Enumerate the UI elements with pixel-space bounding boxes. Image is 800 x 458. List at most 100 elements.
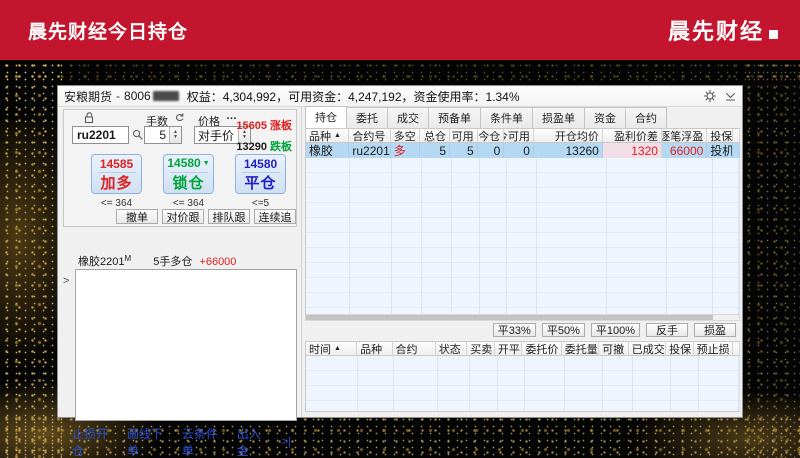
col-today[interactable]: 今仓 (477, 129, 505, 143)
chase-button[interactable]: 连续追 (254, 209, 296, 224)
summary-contract: 橡胶2201 (78, 256, 125, 268)
col-profit-spread[interactable]: 盈利价差 (602, 129, 662, 143)
repeat-icon[interactable] (174, 112, 185, 126)
lock-position-button[interactable]: 14580 ▼ 锁仓 (163, 154, 214, 194)
positions-header: 品种▲ 合约号 多空 总仓 可用 今仓 今可用 开仓均价 盈利价差 逐笔浮盈 投… (305, 128, 740, 143)
chart-area[interactable] (75, 269, 297, 421)
scrollbar-thumb[interactable] (306, 315, 714, 320)
search-icon[interactable] (132, 129, 144, 144)
summary-position: 5手多仓 (153, 256, 193, 268)
account-masked (152, 91, 179, 101)
expand-arrow-icon[interactable]: >| (282, 436, 291, 448)
tab-contracts[interactable]: 合约 (625, 107, 667, 128)
summary-pnl: +66000 (199, 256, 237, 268)
col-total[interactable]: 总仓 (420, 129, 450, 143)
close-100-button[interactable]: 平100% (590, 323, 640, 337)
brand-text: 晨先财经 (667, 19, 764, 44)
col-variety[interactable]: 品种 ▲ (306, 129, 350, 143)
contract-input[interactable]: ru2201 (72, 126, 129, 144)
col-today-available[interactable]: 今可用 (504, 129, 534, 143)
col-filler (733, 342, 740, 356)
cell-floating-pnl: 66000 (662, 143, 708, 158)
col-status[interactable]: 状态 (435, 342, 468, 356)
col-order-qty[interactable]: 委托量 (561, 342, 600, 356)
stop-open-link[interactable]: 止损开仓 (72, 425, 112, 458)
queue-follow-button[interactable]: 排队跟 (208, 209, 250, 224)
cancel-order-button[interactable]: 撤单 (116, 209, 158, 224)
cell-filler (733, 143, 740, 158)
tab-funds[interactable]: 资金 (584, 107, 626, 128)
brand-logo: 晨先财经 (668, 14, 778, 46)
col-cancellable[interactable]: 可撤 (599, 342, 629, 356)
cloud-condition-link[interactable]: 云条件单 (182, 425, 222, 458)
col-available[interactable]: 可用 (450, 129, 478, 143)
col-open-close[interactable]: 开平 (494, 342, 523, 356)
tab-trades[interactable]: 成交 (387, 107, 429, 128)
buy-limit-text: <= 364 (100, 198, 133, 209)
stop-profit-button[interactable]: 损盈 (694, 323, 736, 337)
gold-sparkle-left (0, 60, 62, 458)
quick-close-buttons: 平33% 平50% 平100% 反手 损盈 (492, 323, 736, 337)
horizontal-scrollbar[interactable] (305, 314, 740, 321)
col-filled[interactable]: 已成交 (628, 342, 667, 356)
order-panel: 手数 价格 … ru2201 5 ▲ ▼ 对手价 ▲ ▼ 15605 涨板 13… (58, 107, 301, 458)
follow-price-button[interactable]: 对价跟 (162, 209, 204, 224)
col-time[interactable]: 时间 ▲ (306, 342, 358, 356)
transfer-link[interactable]: 出入金 (237, 425, 267, 458)
order-entry-box: 手数 价格 … ru2201 5 ▲ ▼ 对手价 ▲ ▼ 15605 涨板 13… (63, 109, 297, 227)
gold-sparkle-top (0, 60, 800, 86)
close-position-button[interactable]: 14580 平仓 (235, 154, 286, 194)
tab-positions[interactable]: 持仓 (305, 106, 347, 128)
brand-dot (769, 30, 778, 39)
cell-open-avg-price: 13260 (534, 143, 603, 158)
col-pre-stop[interactable]: 预止损 (693, 342, 733, 356)
tab-condition-orders[interactable]: 条件单 (480, 107, 533, 128)
col-contract[interactable]: 合约号 (349, 129, 391, 143)
lock-icon[interactable] (84, 112, 95, 127)
caret-down-icon: ▼ (202, 160, 210, 167)
window-titlebar: 安粮期货 - 8006 权益：4,304,992，可用资金：4,247,192，… (58, 86, 742, 107)
follow-buttons: 撤单 对价跟 排队跟 连续追 (116, 209, 296, 224)
col-direction[interactable]: 多空 (390, 129, 421, 143)
orders-table: 时间 ▲ 品种 合约 状态 买卖 开平 委托价 委托量 可撤 已成交 投保 预止损 (305, 341, 740, 412)
cell-today-available: 0 (504, 143, 534, 158)
gear-icon[interactable] (704, 90, 716, 102)
col-hedge-flag[interactable]: 投保 (666, 342, 694, 356)
lots-stepper[interactable]: 5 ▲ ▼ (144, 126, 182, 144)
col-contract[interactable]: 合约 (392, 342, 436, 356)
title-separator: - (116, 89, 121, 103)
cell-available: 5 (450, 143, 478, 158)
tab-stop-profit-orders[interactable]: 损盈单 (532, 107, 585, 128)
limit-up-price: 15605 (236, 120, 267, 132)
tab-bar: 持仓 委托 成交 预备单 条件单 损盈单 资金 合约 (305, 106, 667, 128)
cell-variety: 橡胶 (306, 143, 350, 158)
add-long-button[interactable]: 14585 加多 (91, 154, 142, 194)
position-summary: 橡胶2201M 5手多仓 +66000 (78, 253, 236, 269)
tab-prepared-orders[interactable]: 预备单 (428, 107, 481, 128)
position-row[interactable]: 橡胶 ru2201 多 5 5 0 0 13260 1320 66000 投机 (305, 143, 740, 158)
sort-arrow-icon: ▲ (334, 132, 341, 139)
collapse-arrow-icon[interactable]: > (63, 275, 69, 287)
cell-total: 5 (420, 143, 450, 158)
positions-table: 品种▲ 合约号 多空 总仓 可用 今仓 今可用 开仓均价 盈利价差 逐笔浮盈 投… (305, 128, 740, 316)
positions-empty-grid (305, 158, 740, 316)
data-panel: 持仓 委托 成交 预备单 条件单 损盈单 资金 合约 品种 ▲ 合约号 多空 总仓… (301, 106, 742, 417)
cell-direction: 多 (391, 143, 421, 158)
close-33-button[interactable]: 平33% (492, 323, 536, 337)
col-hedge-flag[interactable]: 投保 (707, 129, 733, 143)
spin-down-icon[interactable]: ▼ (173, 135, 178, 140)
col-variety[interactable]: 品种 (357, 342, 393, 356)
close-50-button[interactable]: 平50% (541, 323, 585, 337)
col-floating-pnl[interactable]: 逐笔浮盈 (661, 129, 708, 143)
reverse-button[interactable]: 反手 (646, 323, 688, 337)
col-filler (732, 129, 740, 143)
col-open-avg-price[interactable]: 开仓均价 (533, 129, 603, 143)
col-buy-sell[interactable]: 买卖 (467, 342, 495, 356)
orders-header: 时间 ▲ 品种 合约 状态 买卖 开平 委托价 委托量 可撤 已成交 投保 预止损 (305, 341, 740, 356)
col-order-price[interactable]: 委托价 (522, 342, 562, 356)
price-more-dots[interactable]: … (226, 110, 237, 122)
tab-orders[interactable]: 委托 (346, 107, 388, 128)
lock-limit-text: <= 364 (172, 198, 205, 209)
draw-order-link[interactable]: 画线下单 (127, 425, 167, 458)
minimize-icon[interactable] (725, 91, 736, 102)
